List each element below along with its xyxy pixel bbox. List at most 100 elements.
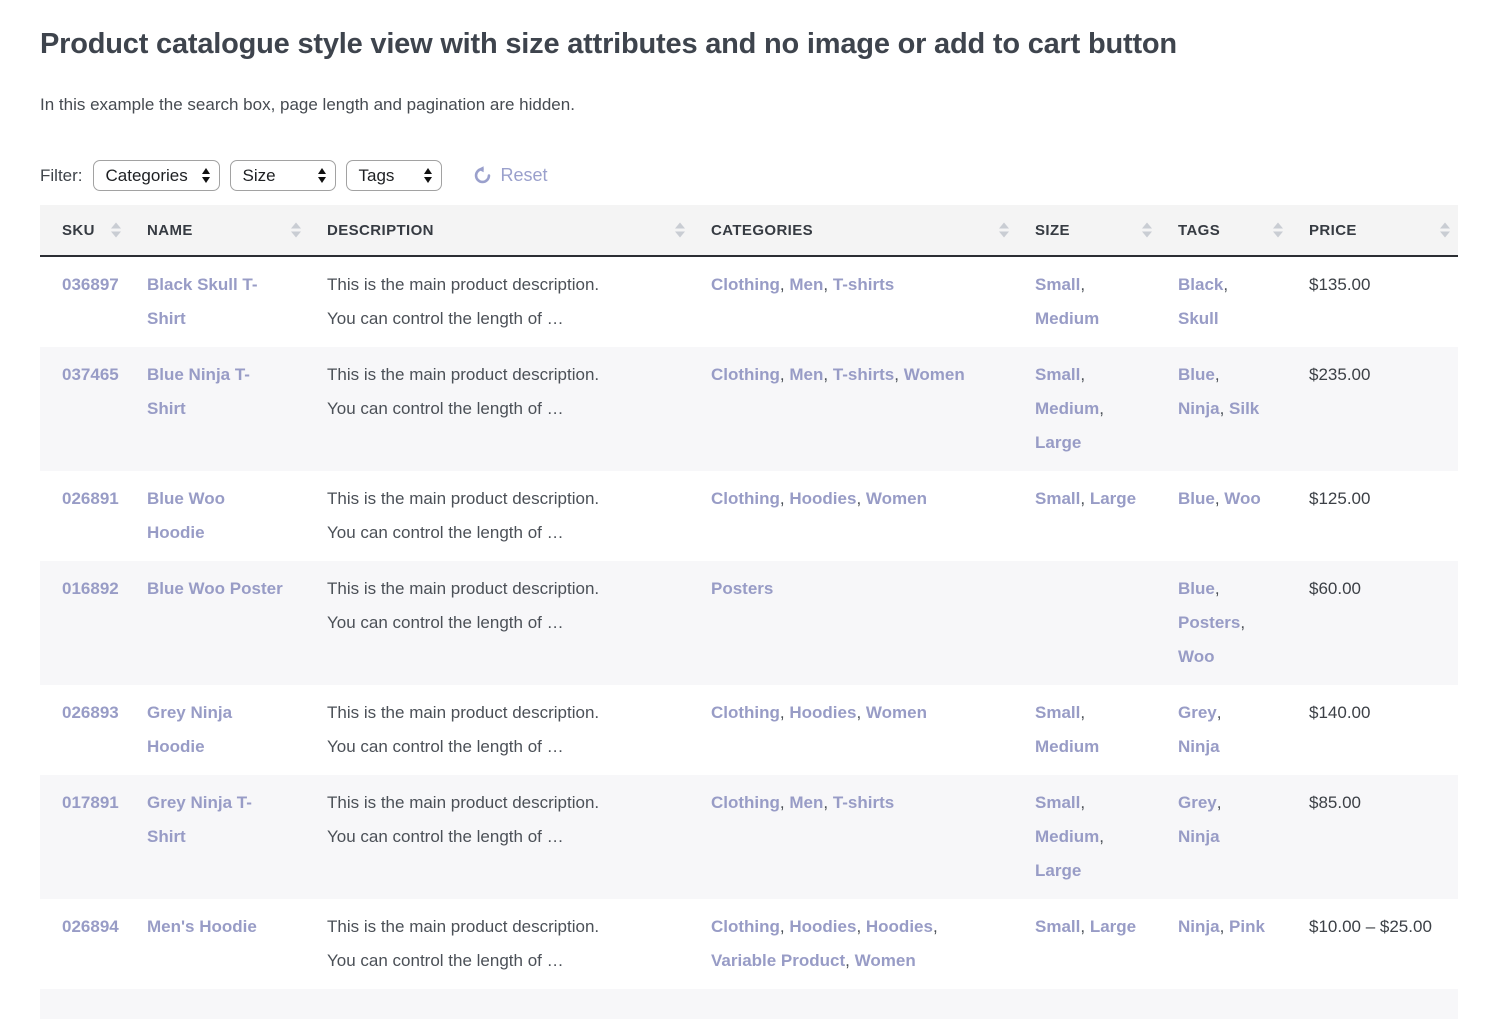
reset-label: Reset (501, 165, 548, 186)
category-link[interactable]: Women (866, 703, 927, 722)
column-header-description[interactable]: DESCRIPTION (309, 205, 693, 256)
tag-link[interactable]: Grey (1178, 703, 1217, 722)
product-description: This is the main product description. Yo… (309, 561, 693, 685)
category-link[interactable]: Hoodies (789, 917, 856, 936)
category-link[interactable]: Women (866, 489, 927, 508)
size-link[interactable]: Medium (1035, 827, 1099, 846)
tag-link[interactable]: Blue (1178, 365, 1215, 384)
filter-select-tags[interactable]: Tags (346, 160, 442, 191)
category-link[interactable]: Clothing (711, 917, 780, 936)
category-link[interactable]: Clothing (711, 365, 780, 384)
product-name-link[interactable]: Blue Woo Hoodie (147, 489, 225, 542)
size-link[interactable]: Large (1090, 917, 1136, 936)
tag-link[interactable]: Silk (1229, 399, 1259, 418)
product-description: This is the main product description. Yo… (309, 899, 693, 989)
tag-link[interactable]: Grey (1178, 793, 1217, 812)
category-link[interactable]: Clothing (711, 793, 780, 812)
size-link[interactable]: Medium (1035, 309, 1099, 328)
category-link[interactable]: Hoodies (866, 917, 933, 936)
category-link[interactable]: Clothing (711, 703, 780, 722)
sku-link[interactable]: 026893 (62, 703, 119, 722)
column-header-sku[interactable]: SKU (40, 205, 129, 256)
size-link[interactable]: Large (1035, 861, 1081, 880)
size-link[interactable]: Small (1035, 793, 1080, 812)
sort-arrows-icon (1273, 223, 1283, 238)
filter-select-categories[interactable]: Categories (93, 160, 220, 191)
size-link[interactable]: Medium (1035, 737, 1099, 756)
category-link[interactable]: T-shirts (833, 365, 894, 384)
filter-label: Filter: (40, 166, 83, 186)
list-separator: , (1240, 613, 1245, 632)
tag-link[interactable]: Woo (1224, 489, 1261, 508)
size-link[interactable]: Small (1035, 365, 1080, 384)
size-link[interactable]: Small (1035, 917, 1080, 936)
product-name-link[interactable]: Grey Ninja T- Shirt (147, 793, 252, 846)
tag-link[interactable]: Skull (1178, 309, 1219, 328)
category-link[interactable]: Posters (711, 579, 773, 598)
sku-link[interactable]: 037465 (62, 365, 119, 384)
size-link[interactable]: Large (1035, 433, 1081, 452)
product-name-link[interactable]: Black Skull T- Shirt (147, 275, 258, 328)
tag-link[interactable]: Pink (1229, 917, 1265, 936)
sku-link[interactable]: 026891 (62, 489, 119, 508)
size-link[interactable]: Small (1035, 703, 1080, 722)
sku-link[interactable]: 017891 (62, 793, 119, 812)
list-separator: , (1217, 703, 1222, 722)
size-link[interactable]: Large (1090, 489, 1136, 508)
column-header-price[interactable]: PRICE (1291, 205, 1458, 256)
list-separator: , (780, 703, 789, 722)
filter-bar: Filter: Categories Size Tags Reset (40, 160, 1458, 191)
category-link[interactable]: Women (904, 365, 965, 384)
sku-link[interactable]: 016892 (62, 579, 119, 598)
select-updown-arrows-icon (202, 168, 210, 183)
category-link[interactable]: Variable Product (711, 951, 845, 970)
sort-arrows-icon (1440, 223, 1450, 238)
tag-link[interactable]: Black (1178, 275, 1223, 294)
product-price: $235.00 (1291, 347, 1458, 471)
tag-link[interactable]: Blue (1178, 579, 1215, 598)
column-header-size[interactable]: SIZE (1017, 205, 1160, 256)
category-link[interactable]: Hoodies (789, 489, 856, 508)
reset-filters-button[interactable]: Reset (473, 165, 548, 186)
size-link[interactable]: Small (1035, 489, 1080, 508)
tag-link[interactable]: Ninja (1178, 737, 1220, 756)
tag-link[interactable]: Woo (1178, 647, 1215, 666)
product-name-link[interactable]: Men's Hoodie (147, 917, 257, 936)
category-link[interactable]: Men (789, 365, 823, 384)
size-link[interactable]: Small (1035, 275, 1080, 294)
product-name-link[interactable]: Blue Ninja T- Shirt (147, 365, 250, 418)
list-separator: , (1223, 275, 1228, 294)
category-link[interactable]: Clothing (711, 275, 780, 294)
category-link[interactable]: Hoodies (789, 703, 856, 722)
filter-select-tags-value: Tags (359, 166, 395, 186)
sku-link[interactable]: 036897 (62, 275, 119, 294)
column-header-categories[interactable]: CATEGORIES (693, 205, 1017, 256)
table-row: 037465 Blue Ninja T- Shirt This is the mai… (40, 347, 1458, 471)
table-row: 017891Grey Ninja T- ShirtThis is the mai… (40, 775, 1458, 899)
product-name-link[interactable]: Blue Woo Poster (147, 579, 283, 598)
sort-arrows-icon (111, 223, 121, 238)
category-link[interactable]: Women (855, 951, 916, 970)
column-header-name[interactable]: NAME (129, 205, 309, 256)
category-link[interactable]: Men (789, 275, 823, 294)
list-separator: , (780, 365, 789, 384)
product-table: SKU NAME DESCRIPTION CATEGORIES SIZE (40, 205, 1458, 989)
category-link[interactable]: Clothing (711, 489, 780, 508)
product-name-link[interactable]: Grey Ninja Hoodie (147, 703, 232, 756)
tag-link[interactable]: Ninja (1178, 827, 1220, 846)
category-link[interactable]: T-shirts (833, 793, 894, 812)
tag-link[interactable]: Blue (1178, 489, 1215, 508)
table-row: 016892 Blue Woo Poster This is the main pr… (40, 561, 1458, 685)
filter-select-size[interactable]: Size (230, 160, 336, 191)
list-separator: , (856, 917, 865, 936)
category-link[interactable]: T-shirts (833, 275, 894, 294)
tag-link[interactable]: Ninja (1178, 399, 1220, 418)
column-header-tags[interactable]: TAGS (1160, 205, 1291, 256)
product-description: This is the main product description. Yo… (309, 347, 693, 471)
tag-link[interactable]: Posters (1178, 613, 1240, 632)
tag-link[interactable]: Ninja (1178, 917, 1220, 936)
size-link[interactable]: Medium (1035, 399, 1099, 418)
category-link[interactable]: Men (789, 793, 823, 812)
sku-link[interactable]: 026894 (62, 917, 119, 936)
sort-arrows-icon (291, 223, 301, 238)
